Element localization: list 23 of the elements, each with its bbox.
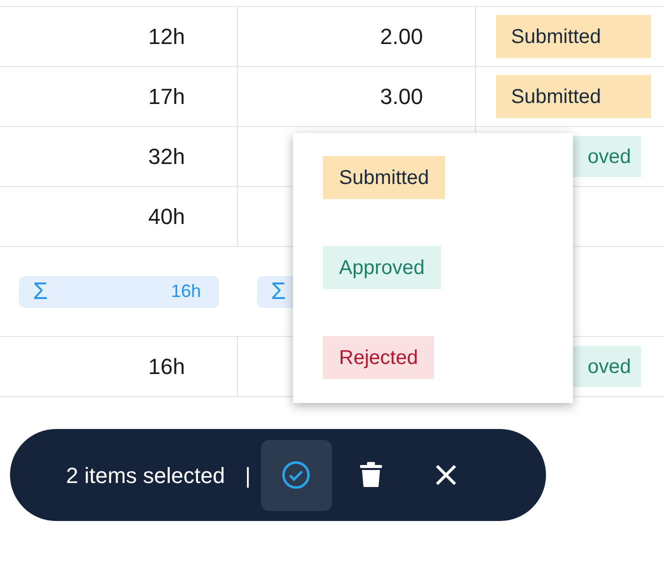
status-option[interactable]: Rejected bbox=[323, 336, 434, 379]
hours-cell-text: 32h bbox=[148, 143, 185, 171]
selection-count: 2 items selected bbox=[66, 462, 225, 490]
approve-button[interactable] bbox=[260, 440, 332, 510]
hours-cell-text: 12h bbox=[148, 23, 185, 51]
hours-cell-text: 16h bbox=[148, 353, 185, 381]
trash-icon bbox=[360, 462, 382, 488]
hours-cell-text: 40h bbox=[148, 203, 185, 231]
check-circle-icon bbox=[281, 460, 312, 490]
sum-icon: Σ bbox=[33, 274, 48, 310]
status-badge: Submitted bbox=[496, 75, 651, 118]
status-option[interactable]: Submitted bbox=[323, 156, 446, 199]
status-option[interactable]: Approved bbox=[323, 246, 441, 289]
sum-value: 16h bbox=[170, 280, 201, 303]
amount-cell-text: 2.00 bbox=[380, 23, 423, 51]
hours-cell-text: 17h bbox=[148, 83, 185, 111]
status-badge: Submitted bbox=[496, 15, 651, 58]
status-badge: oved bbox=[573, 346, 641, 387]
sum-icon: Σ bbox=[271, 274, 286, 310]
amount-cell-text: 3.00 bbox=[380, 83, 423, 111]
status-badge: oved bbox=[573, 136, 641, 177]
separator: | bbox=[244, 462, 251, 490]
close-icon bbox=[435, 464, 458, 486]
